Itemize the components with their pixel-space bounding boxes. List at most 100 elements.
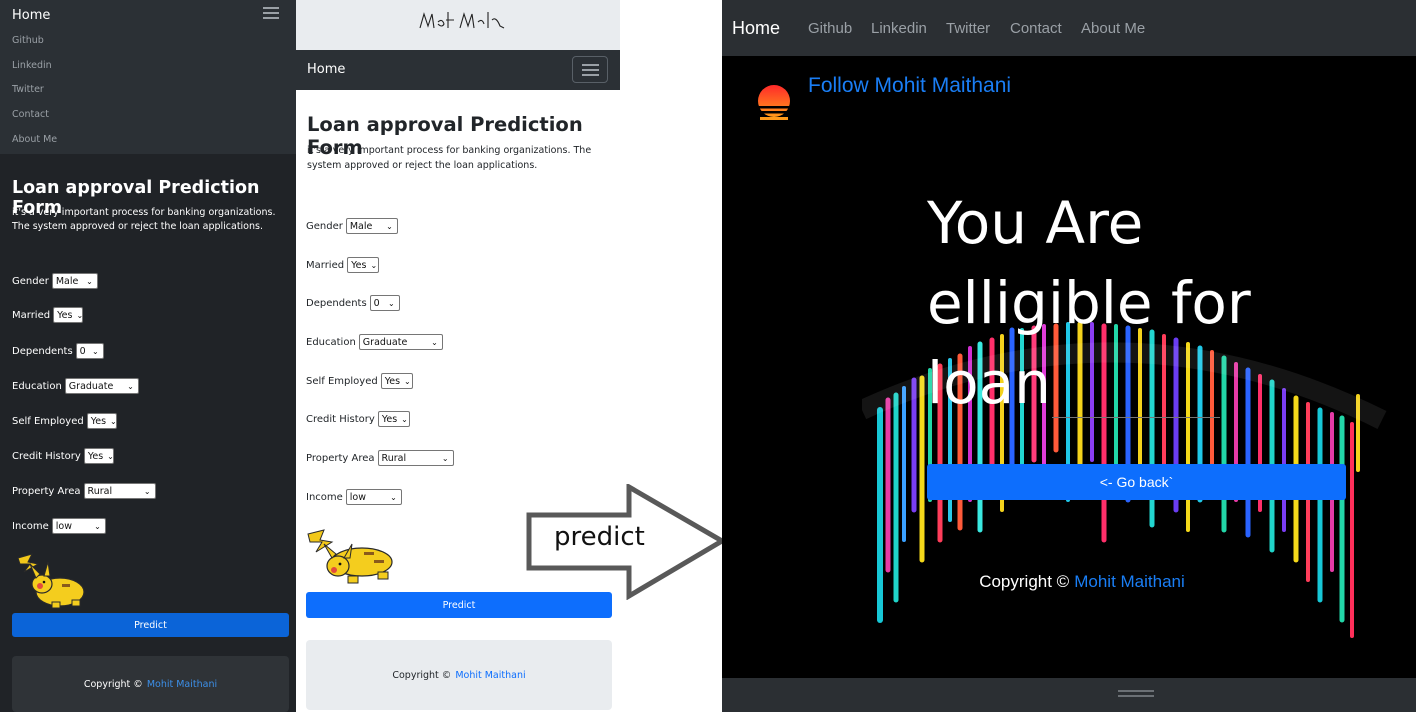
predict-button[interactable]: Predict [12, 613, 289, 637]
form-description: it's a very important process for bankin… [12, 207, 276, 232]
nav-link-linkedin[interactable]: Linkedin [12, 60, 52, 71]
chevron-down-icon: ⌄ [370, 260, 378, 270]
gender-label: Gender [12, 275, 49, 287]
married-label: Married [12, 309, 51, 321]
gender-select[interactable]: Male ⌄ [345, 218, 398, 234]
nav-link-contact[interactable]: Contact [1010, 20, 1062, 37]
nav-link-twitter[interactable]: Twitter [946, 20, 990, 37]
dependents-value: 0 [79, 345, 86, 357]
education-label: Education [12, 380, 62, 392]
result-message: You Are elligible for loan [927, 183, 1347, 423]
chevron-down-icon: ⌄ [404, 376, 411, 386]
dependents-field: Dependents 0 ⌄ [12, 343, 104, 359]
chevron-down-icon: ⌄ [387, 298, 395, 308]
chevron-down-icon: ⌄ [76, 310, 84, 320]
dependents-value: 0 [373, 297, 380, 309]
chevron-down-icon: ⌄ [110, 416, 117, 426]
signature-logo-icon [419, 12, 505, 29]
author-link[interactable]: Mohit Maithani [1074, 572, 1185, 591]
gender-value: Male [55, 275, 79, 287]
credit-history-select[interactable]: Yes ⌄ [377, 411, 410, 427]
light-form-navbar: Home [296, 50, 620, 90]
education-field: Education Graduate ⌄ [306, 334, 443, 350]
self-employed-select[interactable]: Yes ⌄ [86, 413, 117, 429]
income-label: Income [306, 491, 343, 503]
income-select[interactable]: low ⌄ [51, 518, 106, 534]
arrow-label: predict [554, 522, 645, 552]
form-description: it's a very important process for bankin… [307, 145, 592, 171]
pikachu-image [307, 529, 393, 584]
dependents-label: Dependents [306, 297, 367, 309]
gender-value: Male [349, 220, 373, 232]
nav-link-linkedin[interactable]: Linkedin [871, 20, 927, 37]
nav-link-about[interactable]: About Me [12, 134, 57, 145]
result-line-2: elligible for [927, 269, 1251, 337]
light-form-screenshot: Home Loan approval Prediction Form it's … [296, 0, 620, 712]
sunset-logo-icon [756, 85, 792, 120]
chevron-down-icon: ⌄ [107, 451, 114, 461]
married-field: Married Yes ⌄ [12, 307, 83, 323]
menu-toggle-button[interactable] [572, 56, 608, 83]
credit-history-field: Credit History Yes ⌄ [306, 411, 410, 427]
dependents-select[interactable]: 0 ⌄ [75, 343, 104, 359]
nav-link-github[interactable]: Github [12, 35, 44, 46]
nav-link-contact[interactable]: Contact [12, 109, 49, 120]
credit-history-value: Yes [87, 450, 104, 462]
dark-expanded-navbar: Home Github Linkedin Twitter Contact Abo… [0, 0, 296, 154]
predict-arrow: predict [526, 482, 727, 601]
copyright-text: Copyright © [979, 572, 1070, 591]
education-select[interactable]: Graduate ⌄ [64, 378, 139, 394]
chevron-down-icon: ⌄ [94, 521, 101, 531]
nav-home-link[interactable]: Home [12, 8, 50, 23]
married-select[interactable]: Yes ⌄ [347, 257, 380, 273]
education-field: Education Graduate ⌄ [12, 378, 139, 394]
go-back-button[interactable]: <- Go back` [927, 464, 1346, 500]
education-label: Education [306, 336, 356, 348]
credit-history-label: Credit History [306, 413, 375, 425]
income-value: low [55, 520, 73, 532]
result-navbar: Home Github Linkedin Twitter Contact Abo… [722, 0, 1416, 56]
signature-bar [296, 0, 620, 50]
self-employed-label: Self Employed [306, 375, 378, 387]
income-select[interactable]: low ⌄ [345, 489, 402, 505]
income-field: Income low ⌄ [306, 489, 402, 505]
result-line-3: loan [927, 349, 1051, 417]
chevron-down-icon: ⌄ [431, 337, 438, 347]
married-label: Married [306, 259, 345, 271]
author-link[interactable]: Mohit Maithani [147, 679, 217, 690]
hamburger-menu-icon[interactable] [263, 7, 279, 19]
copyright-text: Copyright © [392, 669, 452, 681]
property-area-select[interactable]: Rural ⌄ [377, 450, 454, 466]
nav-link-twitter[interactable]: Twitter [12, 84, 44, 95]
nav-home-link[interactable]: Home [732, 18, 780, 39]
self-employed-label: Self Employed [12, 415, 84, 427]
follow-link[interactable]: Follow Mohit Maithani [808, 74, 1011, 98]
self-employed-value: Yes [384, 375, 401, 387]
credit-history-select[interactable]: Yes ⌄ [83, 448, 114, 464]
chevron-down-icon: ⌄ [441, 453, 449, 463]
gender-select[interactable]: Male ⌄ [51, 273, 98, 289]
income-field: Income low ⌄ [12, 518, 106, 534]
income-label: Income [12, 520, 49, 532]
self-employed-select[interactable]: Yes ⌄ [380, 373, 413, 389]
married-value: Yes [57, 309, 73, 321]
chevron-down-icon: ⌄ [143, 486, 151, 496]
resize-grip-icon[interactable] [1118, 690, 1154, 692]
divider [1052, 417, 1220, 418]
self-employed-value: Yes [90, 415, 107, 427]
property-area-select[interactable]: Rural ⌄ [83, 483, 156, 499]
property-area-value: Rural [381, 452, 407, 464]
nav-home-link[interactable]: Home [307, 62, 345, 77]
education-select[interactable]: Graduate ⌄ [358, 334, 443, 350]
result-screenshot: Home Github Linkedin Twitter Contact Abo… [722, 0, 1416, 712]
author-link[interactable]: Mohit Maithani [455, 670, 525, 681]
nav-link-github[interactable]: Github [808, 20, 852, 37]
gender-field: Gender Male ⌄ [306, 218, 398, 234]
pikachu-image [17, 553, 85, 609]
nav-link-about[interactable]: About Me [1081, 20, 1145, 37]
married-select[interactable]: Yes ⌄ [53, 307, 83, 323]
dependents-select[interactable]: 0 ⌄ [369, 295, 400, 311]
credit-history-value: Yes [381, 413, 398, 425]
property-area-value: Rural [87, 485, 113, 497]
resize-grip-icon[interactable] [1118, 695, 1154, 697]
